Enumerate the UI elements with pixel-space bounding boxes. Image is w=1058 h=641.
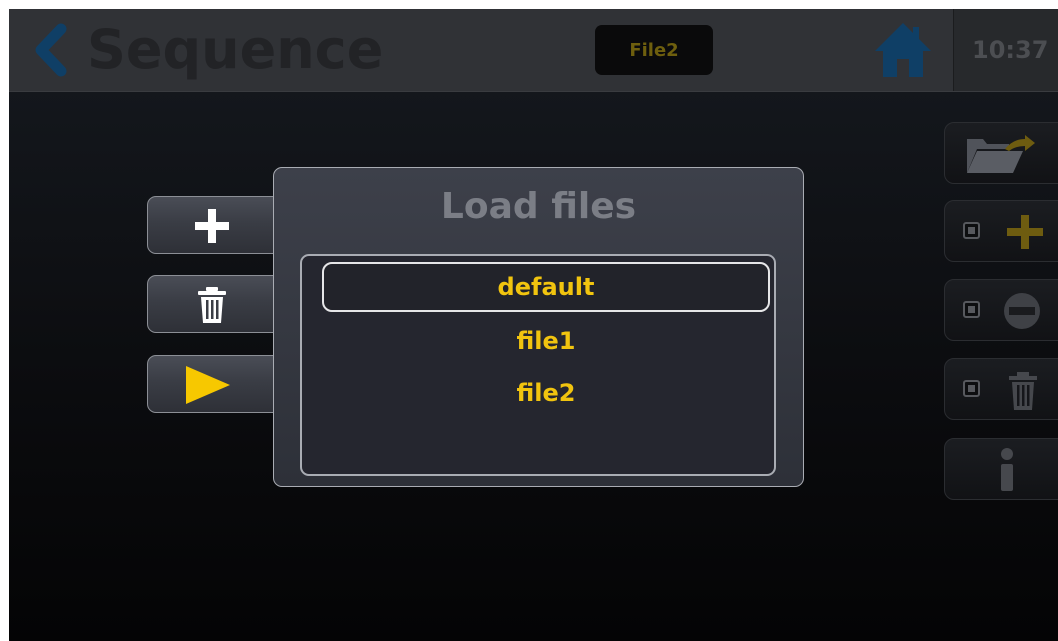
file-item-default[interactable]: default (322, 262, 770, 312)
home-icon[interactable] (873, 21, 933, 79)
clock-time: 10:37 (972, 36, 1049, 64)
checkbox[interactable] (963, 301, 980, 318)
play-icon (186, 364, 230, 404)
dialog-title: Load files (440, 186, 637, 227)
top-bar: Sequence File2 10:37 (9, 9, 1058, 92)
file-list: default file1 file2 (300, 254, 776, 476)
remove-step-button[interactable] (944, 279, 1058, 341)
file-item-file1[interactable]: file1 (322, 316, 770, 366)
info-button[interactable] (944, 438, 1058, 500)
checkbox[interactable] (963, 380, 980, 397)
delete-step-button[interactable] (944, 358, 1058, 420)
load-file-button[interactable] (944, 122, 1058, 184)
add-step-button[interactable] (944, 200, 1058, 262)
info-icon (1001, 448, 1013, 491)
plus-icon (1007, 215, 1043, 249)
folder-open-icon (967, 135, 1035, 173)
page-title: Sequence (87, 18, 384, 81)
file-item-file2[interactable]: file2 (322, 368, 770, 418)
checkbox[interactable] (963, 222, 980, 239)
trash-icon (1009, 372, 1037, 410)
chevron-left-icon[interactable] (29, 23, 71, 77)
load-files-dialog: Load files default file1 file2 (273, 167, 804, 487)
clock-panel: 10:37 (953, 9, 1058, 91)
trash-icon (192, 285, 232, 325)
plus-icon (192, 206, 232, 246)
screen: Sequence File2 10:37 Load files default … (9, 9, 1058, 641)
minus-circle-icon (1004, 293, 1040, 329)
current-file-badge: File2 (595, 25, 713, 75)
